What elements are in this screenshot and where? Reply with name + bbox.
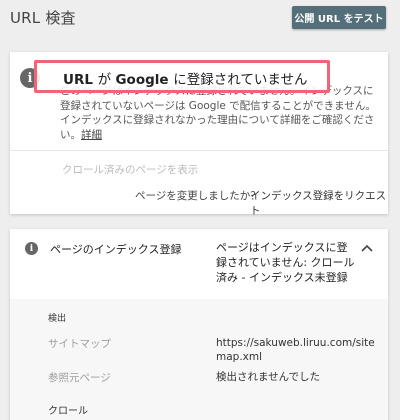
sitemap-label: サイトマップ [48, 338, 111, 350]
chevron-up-icon[interactable] [360, 243, 374, 253]
crawl-heading: クロール [48, 406, 88, 417]
referring-page-label: 参照元ページ [48, 372, 111, 384]
page-title: URL 検査 [10, 9, 76, 27]
discovery-heading: 検出 [48, 314, 67, 324]
title-part-url: URL [63, 72, 98, 88]
page-indexing-card: i ページのインデックス登録 ページはインデックスに登録されていません: クロー… [10, 229, 388, 420]
page-indexing-status: ページはインデックスに登録されていません: クロール済み - インデックス未登録 [216, 241, 355, 284]
details-link[interactable]: 詳細 [81, 129, 102, 141]
sitemap-value[interactable]: https://sakuweb.liruu.com/sitemap.xml [216, 336, 376, 364]
test-live-url-button[interactable]: 公開 URL をテスト [292, 6, 386, 29]
divider [10, 150, 388, 151]
status-description-text: このページはインデックスに登録されていません。インデックスに登録されていないペー… [60, 85, 376, 141]
status-title: URL が Google に登録されていません [63, 68, 307, 88]
indexing-details-panel: 検出 サイトマップ https://sakuweb.liruu.com/site… [10, 299, 388, 420]
url-inspection-page: URL 検査 公開 URL をテスト i このページはインデックスに登録されてい… [0, 0, 400, 420]
title-part-not-indexed: に登録されていません [173, 72, 308, 88]
index-status-card: i このページはインデックスに登録されていません。インデックスに登録されていない… [10, 52, 388, 217]
highlight-box: URL が Google に登録されていません [34, 60, 330, 93]
request-indexing-button[interactable]: インデックス登録をリクエスト [250, 188, 388, 218]
info-icon: i [25, 242, 38, 255]
title-part-google: Google [115, 72, 174, 88]
page-indexing-title: ページのインデックス登録 [50, 243, 182, 256]
title-part-ga: が [97, 72, 116, 88]
page-changed-prompt: ページを変更しましたか？ [135, 190, 261, 202]
referring-page-value: 検出されませんでした [216, 371, 321, 383]
view-crawled-page-link[interactable]: クロール済みのページを表示 [62, 162, 198, 177]
